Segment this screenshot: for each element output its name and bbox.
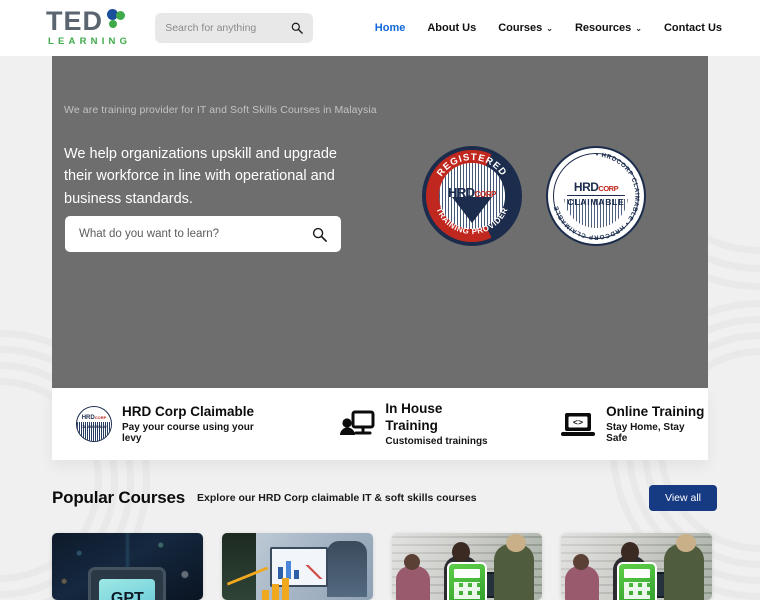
hero-banner: We are training provider for IT and Soft… (52, 56, 708, 388)
hero-certification-badges: HRDCORP REGISTERED TRAINING PROVIDER HRD… (422, 146, 646, 246)
section-title: Popular Courses (52, 488, 186, 507)
nav-label: Resources (574, 22, 632, 34)
search-icon[interactable] (312, 227, 327, 242)
feature-hrd-corp-claimable[interactable]: HRDCORP CLAIMABLE HRD Corp Claimable Pay… (76, 403, 275, 445)
nav-label: Courses (498, 22, 543, 34)
hrd-corp-registered-training-provider-badge: HRDCORP REGISTERED TRAINING PROVIDER (422, 146, 522, 246)
badge-arc-text: • HRDCORP CLAIMABLE • HRDCORP CLAIMABLE (548, 148, 644, 244)
svg-text:<>: <> (573, 418, 583, 428)
chevron-down-icon: ⌄ (546, 24, 553, 33)
badge-arc-text: REGISTERED TRAINING PROVIDER (422, 146, 522, 246)
feature-subtitle: Stay Home, Stay Safe (606, 422, 685, 445)
course-thumbnail-data-analytics (221, 533, 373, 600)
course-card-excel-1[interactable] (391, 533, 543, 600)
course-card-excel-2[interactable] (561, 533, 712, 600)
chip-label: GPT (110, 590, 144, 600)
nav-item-contact-us[interactable]: Contact Us (664, 22, 722, 34)
header-search-box[interactable] (155, 13, 314, 43)
hero-eyebrow-text: We are training provider for IT and Soft… (64, 104, 377, 116)
site-logo[interactable]: TED LEARNING (46, 6, 132, 47)
course-thumbnail-gpt: GPT (52, 533, 203, 600)
feature-title: Online Training (606, 403, 705, 419)
nav-item-courses[interactable]: Courses ⌄ (498, 22, 553, 34)
popular-courses-header: Popular Courses Explore our HRD Corp cla… (0, 478, 760, 518)
feature-subtitle: Customised trainings (385, 436, 488, 448)
section-subtitle: Explore our HRD Corp claimable IT & soft… (197, 492, 477, 504)
search-icon[interactable] (291, 22, 304, 34)
site-header: TED LEARNING Home About Us (0, 0, 760, 56)
hrd-corp-badge-icon: HRDCORP CLAIMABLE (76, 406, 112, 442)
nav-item-home[interactable]: Home (375, 22, 406, 34)
hrd-corp-claimable-badge: HRDCORP CLAIMABLE • HRDCORP CLAIMABLE • … (546, 146, 646, 246)
feature-in-house-training[interactable]: In House Training Customised trainings (339, 400, 498, 448)
hero-search-box[interactable] (65, 216, 341, 252)
main-navigation: Home About Us Courses ⌄ Resources ⌄ Cont… (375, 22, 722, 34)
svg-text:TRAINING PROVIDER: TRAINING PROVIDER (434, 206, 509, 236)
nav-label: Home (374, 22, 406, 34)
course-card-gpt[interactable]: GPT (52, 533, 203, 600)
nav-item-resources[interactable]: Resources ⌄ (575, 22, 642, 34)
svg-text:• HRDCORP CLAIMABLE • HRDCORP: • HRDCORP CLAIMABLE • HRDCORP CLAIMABLE (553, 152, 641, 241)
logo-text-ted: TED (46, 6, 103, 36)
presentation-person-icon (339, 406, 375, 442)
nav-label: Contact Us (663, 22, 722, 34)
logo-text-learning: LEARNING (48, 36, 132, 47)
features-bar: HRDCORP CLAIMABLE HRD Corp Claimable Pay… (52, 388, 708, 460)
course-cards-list: GPT (52, 533, 712, 600)
nav-item-about-us[interactable]: About Us (427, 22, 476, 34)
laptop-code-icon: <> (560, 406, 596, 442)
nav-label: About Us (427, 22, 477, 34)
svg-text:REGISTERED: REGISTERED (435, 152, 509, 179)
course-thumbnail-excel-2 (561, 533, 712, 600)
course-thumbnail-excel-1 (391, 533, 543, 600)
feature-online-training[interactable]: <> Online Training Stay Home, Stay Safe (560, 403, 708, 445)
feature-subtitle: Pay your course using your levy (122, 422, 254, 445)
feature-title: HRD Corp Claimable (122, 403, 255, 419)
view-all-button[interactable]: View all (649, 485, 717, 511)
page-root: TED LEARNING Home About Us (0, 0, 760, 600)
logo-dots-icon (104, 9, 126, 35)
hero-search-input[interactable] (79, 228, 312, 240)
header-search-input[interactable] (165, 22, 286, 34)
course-card-data-analytics[interactable] (221, 533, 373, 600)
hero-heading: We help organizations upskill and upgrad… (64, 146, 337, 207)
chevron-down-icon: ⌄ (635, 24, 642, 33)
feature-title: In House Training (385, 400, 443, 433)
